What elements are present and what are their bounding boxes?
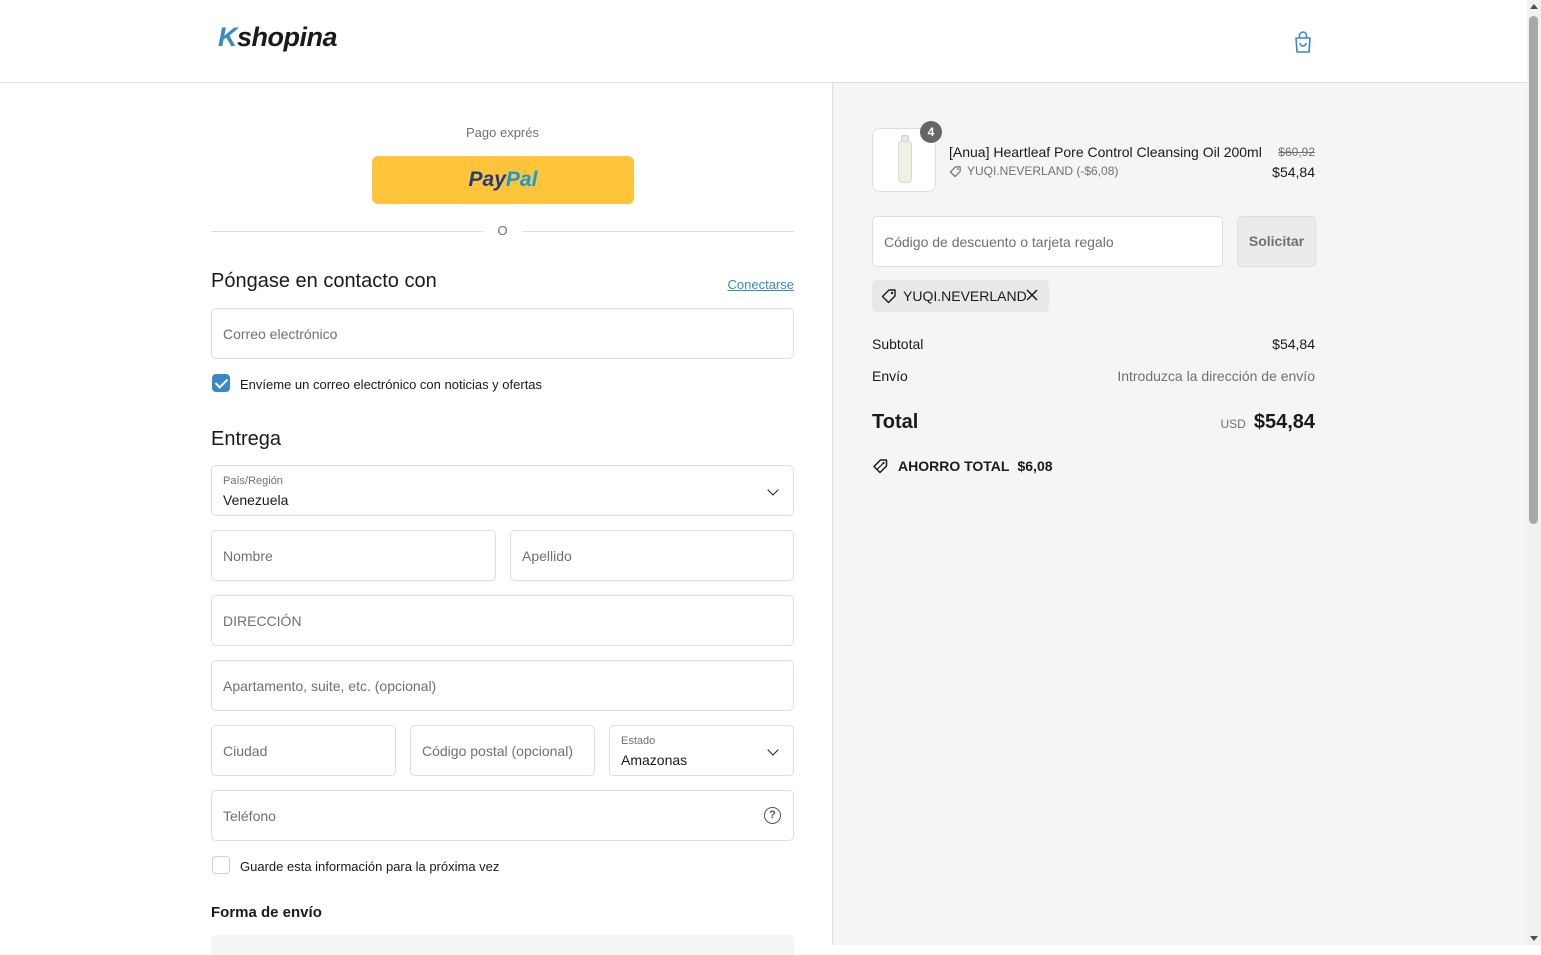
email-field[interactable]: Correo electrónico [211,308,794,359]
tag-icon [949,165,961,177]
apartment-field[interactable]: Apartamento, suite, etc. (opcional) [211,660,794,711]
total-amount: USD $54,84 [1220,411,1315,433]
scrollbar-thumb[interactable] [1529,16,1538,524]
shopping-bag-icon[interactable] [1292,30,1314,54]
save-info-label: Guarde esta información para la próxima … [240,859,500,874]
quantity-badge: 4 [920,121,942,143]
shipping-method-box [211,935,794,955]
newsletter-checkbox[interactable] [212,374,230,392]
paypal-button[interactable]: Pay Pal [372,156,634,204]
site-logo[interactable]: Kshopina [218,22,338,53]
tag-icon [873,459,888,474]
country-select[interactable]: País/Región Venezuela [211,465,794,516]
last-name-field[interactable]: Apellido [510,530,794,581]
product-price: $54,84 [1272,164,1315,180]
checkout-form: Pago exprés Pay Pal O Póngase en contacto… [0,83,832,955]
apply-discount-button[interactable]: Solicitar [1237,216,1316,267]
or-divider: O [211,223,794,238]
postal-code-field[interactable]: Código postal (opcional) [410,725,595,776]
shipping-value: Introduzca la dirección de envío [1117,368,1315,384]
address-field[interactable]: DIRECCIÓN [211,595,794,646]
remove-code-icon[interactable] [1024,287,1040,303]
delivery-heading: Entrega [211,428,282,450]
phone-field[interactable]: Teléfono ? [211,790,794,841]
first-name-field[interactable]: Nombre [211,530,496,581]
site-header: Kshopina [0,0,1527,83]
save-info-checkbox[interactable] [212,856,230,874]
page-scrollbar[interactable] [1527,0,1541,945]
product-original-price: $60,92 [1278,145,1315,159]
express-checkout-label: Pago exprés [466,125,539,140]
newsletter-label: Envíeme un correo electrónico con notici… [240,377,543,392]
applied-code-chip: YUQI.NEVERLAND [872,280,1049,312]
chevron-down-icon [767,744,779,756]
total-savings: AHORRO TOTAL $6,08 [872,458,1053,474]
scroll-up-arrow[interactable] [1530,4,1538,9]
contact-heading: Póngase en contacto con [211,270,437,292]
discount-code-input[interactable]: Código de descuento o tarjeta regalo [872,216,1223,267]
help-icon[interactable]: ? [764,807,781,824]
subtotal-label: Subtotal [872,336,924,352]
order-summary: 4 [Anua] Heartleaf Pore Control Cleansin… [832,83,1527,945]
state-select[interactable]: Estado Amazonas [609,725,794,776]
subtotal-value: $54,84 [1272,336,1315,352]
shipping-method-heading: Forma de envío [211,904,322,921]
product-discount: YUQI.NEVERLAND (-$6,08) [949,164,1118,178]
product-name: [Anua] Heartleaf Pore Control Cleansing … [949,144,1262,160]
scroll-down-arrow[interactable] [1530,936,1538,941]
shipping-label: Envío [872,368,908,384]
city-field[interactable]: Ciudad [211,725,396,776]
chevron-down-icon [767,484,779,496]
total-label: Total [872,411,919,433]
tag-icon [881,289,896,304]
login-link[interactable]: Conectarse [728,277,794,292]
